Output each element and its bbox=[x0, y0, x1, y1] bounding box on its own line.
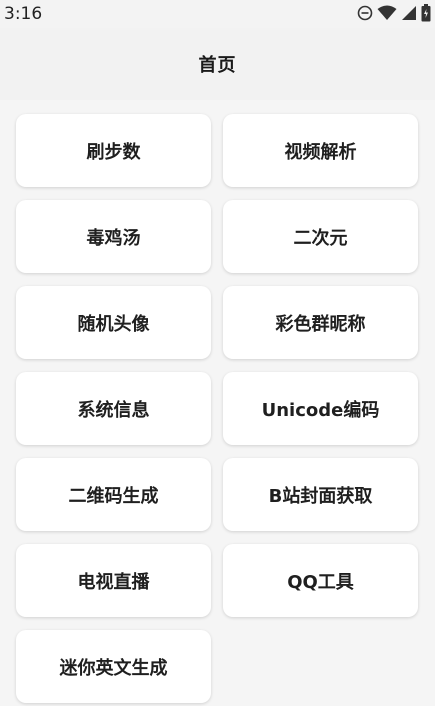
status-icons bbox=[357, 4, 431, 22]
menu-item-video-parse[interactable]: 视频解析 bbox=[223, 114, 418, 187]
menu-item-system-info[interactable]: 系统信息 bbox=[16, 372, 211, 445]
menu-grid: 刷步数 视频解析 毒鸡汤 二次元 随机头像 彩色群昵称 系统信息 Unicode… bbox=[16, 114, 419, 703]
wifi-icon bbox=[377, 5, 397, 21]
menu-item-tv-live[interactable]: 电视直播 bbox=[16, 544, 211, 617]
menu-item-random-avatar[interactable]: 随机头像 bbox=[16, 286, 211, 359]
app-bar: 首页 bbox=[0, 28, 435, 100]
menu-item-step-count[interactable]: 刷步数 bbox=[16, 114, 211, 187]
menu-item-mini-english[interactable]: 迷你英文生成 bbox=[16, 630, 211, 703]
menu-item-anime[interactable]: 二次元 bbox=[223, 200, 418, 273]
menu-item-qq-tools[interactable]: QQ工具 bbox=[223, 544, 418, 617]
menu-item-color-nickname[interactable]: 彩色群昵称 bbox=[223, 286, 418, 359]
battery-icon bbox=[421, 4, 431, 22]
do-not-disturb-icon bbox=[357, 5, 373, 21]
menu-item-unicode-encode[interactable]: Unicode编码 bbox=[223, 372, 418, 445]
menu-item-toxic-soup[interactable]: 毒鸡汤 bbox=[16, 200, 211, 273]
status-time: 3:16 bbox=[4, 4, 43, 24]
signal-icon bbox=[401, 5, 417, 21]
menu-item-bilibili-cover[interactable]: B站封面获取 bbox=[223, 458, 418, 531]
page-title: 首页 bbox=[198, 55, 237, 76]
menu-item-qrcode-generate[interactable]: 二维码生成 bbox=[16, 458, 211, 531]
status-bar: 3:16 bbox=[0, 0, 435, 28]
